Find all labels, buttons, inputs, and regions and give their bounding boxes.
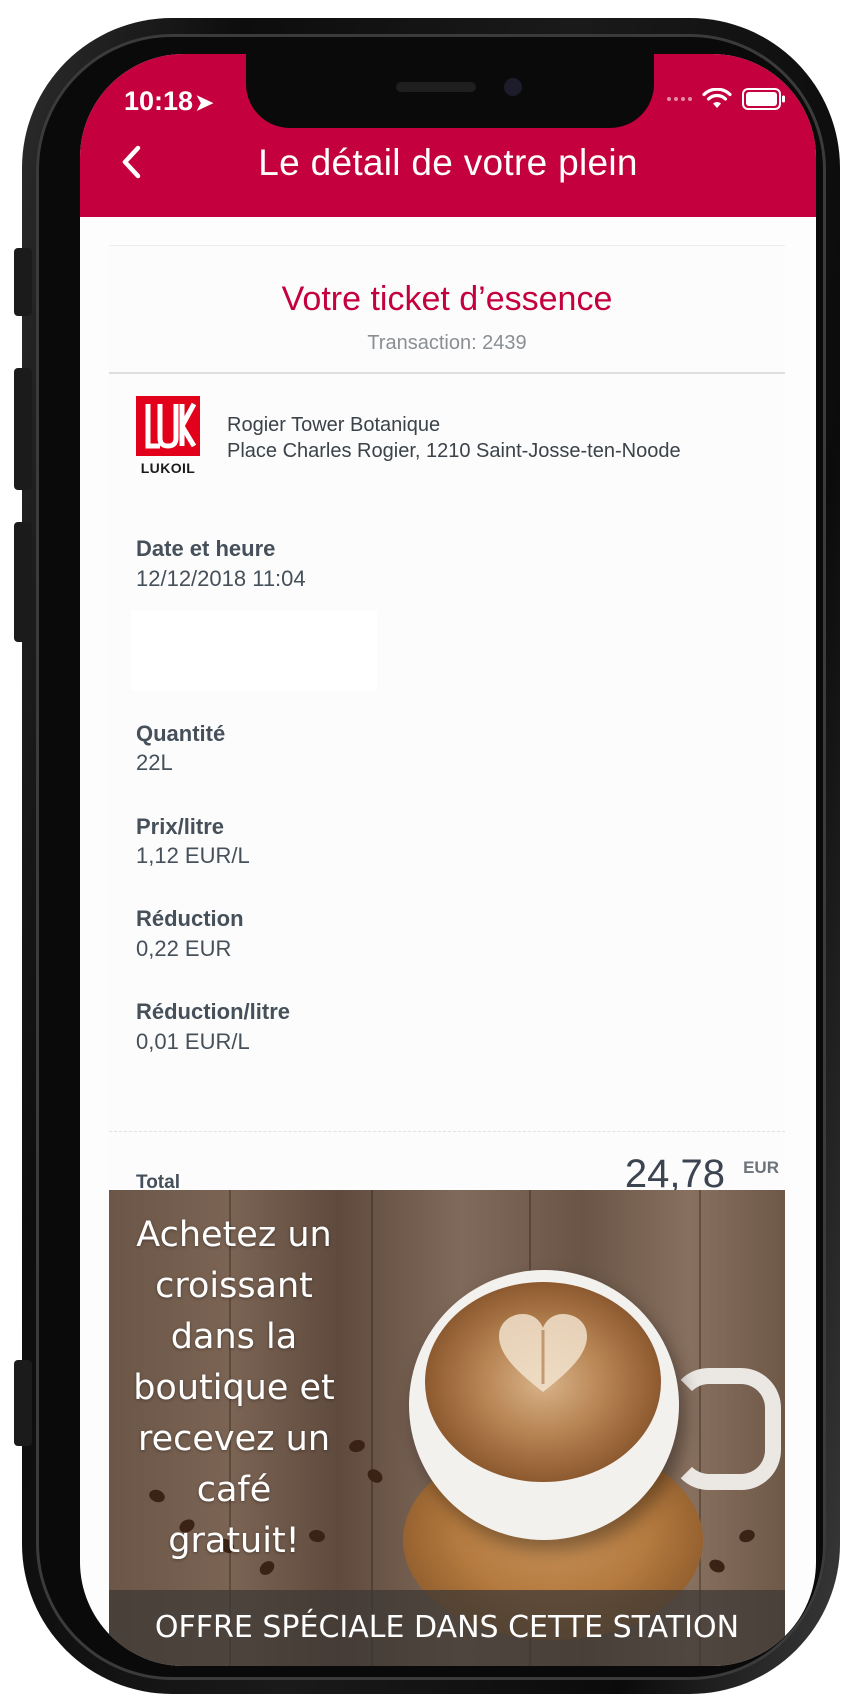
price-per-litre-value: 1,12 EUR/L	[136, 843, 250, 868]
mute-switch	[14, 248, 32, 316]
promo-text: Achetez un croissant dans la boutique et…	[133, 1215, 335, 1561]
side-button	[14, 1360, 32, 1446]
discount-per-litre-value: 0,01 EUR/L	[136, 1029, 250, 1054]
status-icons	[667, 88, 786, 110]
location-arrow-icon: ➤	[195, 90, 214, 115]
ticket-divider	[109, 372, 785, 374]
datetime-value: 12/12/2018 11:04	[136, 566, 306, 591]
status-time: 10:18➤	[124, 86, 214, 116]
quantity-value: 22L	[136, 750, 173, 775]
blank-area	[131, 610, 377, 690]
wifi-icon	[702, 88, 732, 110]
discount-value: 0,22 EUR	[136, 936, 232, 961]
station-name: Rogier Tower Botanique	[227, 414, 441, 436]
price-per-litre-label: Prix/litre	[136, 814, 225, 839]
station-address: Place Charles Rogier, 1210 Saint-Josse-t…	[227, 440, 681, 462]
total-separator	[109, 1131, 785, 1132]
special-offer-banner: OFFRE SPÉCIALE DANS CETTE STATION	[109, 1590, 785, 1666]
fuel-ticket-card: Votre ticket d’essence Transaction: 2439…	[109, 245, 785, 1266]
total-currency: EUR	[743, 1158, 779, 1177]
volume-down-button	[14, 522, 32, 642]
promo-banner[interactable]: Achetez un croissant dans la boutique et…	[109, 1190, 785, 1666]
volume-up-button	[14, 368, 32, 490]
phone-notch	[246, 54, 654, 128]
ticket-title: Votre ticket d’essence	[281, 280, 613, 318]
lukoil-logo: LUKOIL	[136, 396, 200, 480]
phone-screen: 10:18➤ Le détail de votre plein Votre ti…	[80, 54, 816, 1666]
transaction-number: Transaction: 2439	[367, 332, 527, 354]
page-title: Le détail de votre plein	[258, 142, 638, 183]
battery-icon	[742, 88, 786, 110]
signal-icon	[667, 97, 692, 101]
discount-label: Réduction	[136, 906, 244, 931]
lukoil-logo-text: LUKOIL	[140, 460, 196, 476]
discount-per-litre-label: Réduction/litre	[136, 999, 291, 1024]
datetime-label: Date et heure	[136, 536, 276, 561]
quantity-label: Quantité	[136, 721, 226, 746]
